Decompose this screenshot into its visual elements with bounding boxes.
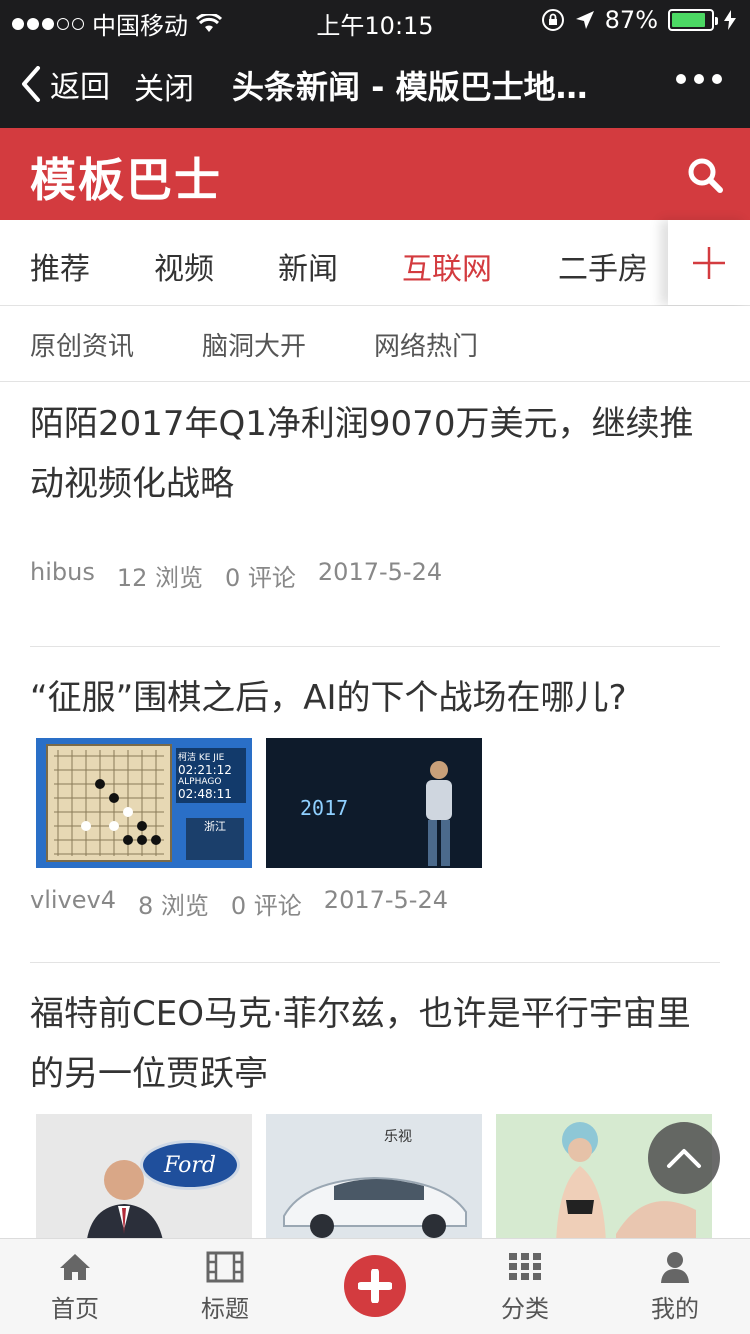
back-label: 返回 <box>50 70 110 105</box>
status-bar: 中国移动 上午10:15 87% <box>0 0 750 40</box>
article-views: 12 浏览 <box>116 564 203 592</box>
home-icon <box>60 1254 90 1280</box>
article-thumbnail-letv-car[interactable]: 乐视 <box>266 1114 482 1244</box>
more-icon[interactable] <box>676 74 722 84</box>
article-thumbnail-stage[interactable]: 2017 <box>266 738 482 868</box>
plus-icon <box>693 246 725 279</box>
article-comments: 0 评论 <box>225 564 296 592</box>
back-button[interactable]: 返回 <box>20 62 110 106</box>
tab-second-hand-house[interactable]: 二手房 <box>558 244 648 288</box>
portrait-caption: 浙江 <box>204 820 226 833</box>
article-date: 2017-5-24 <box>323 886 449 914</box>
subtab-hot[interactable]: 网络热门 <box>374 326 478 363</box>
person-portrait-icon <box>86 1160 164 1244</box>
match-scoreboard: 柯洁 KE JIE 02:21:12 ALPHAGO 02:48:11 <box>176 748 246 803</box>
bottom-nav: 首页 标题 分类 我的 <box>0 1238 750 1334</box>
chevron-up-icon <box>667 1149 701 1168</box>
player-portrait: 浙江 <box>186 818 244 860</box>
tab-internet[interactable]: 互联网 <box>402 244 492 288</box>
article-item[interactable]: “征服”围棋之后，AI的下个战场在哪儿? 柯洁 KE JIE 02:21:12 … <box>30 668 720 921</box>
article-item[interactable]: 福特前CEO马克·菲尔兹，也许是平行宇宙里的另一位贾跃亭 Ford 乐视 <box>30 984 720 1244</box>
article-comments: 0 评论 <box>230 892 302 920</box>
category-tabs: 推荐 视频 新闻 互联网 二手房 <box>0 220 750 306</box>
tab-recommend[interactable]: 推荐 <box>30 244 90 288</box>
battery-percent: 87% <box>604 6 658 34</box>
subtab-brainstorm[interactable]: 脑洞大开 <box>202 326 306 363</box>
tab-video[interactable]: 视频 <box>154 244 214 288</box>
close-button[interactable]: 关闭 <box>134 64 194 108</box>
article-title[interactable]: 陌陌2017年Q1净利润9070万美元，继续推动视频化战略 <box>30 394 720 514</box>
grid-icon <box>509 1253 541 1280</box>
user-icon <box>661 1252 689 1283</box>
article-views: 8 浏览 <box>137 892 209 920</box>
bottom-nav-title-label: 标题 <box>201 1295 249 1323</box>
site-logo[interactable]: 模板巴士 <box>30 144 222 210</box>
chevron-left-icon <box>22 66 40 102</box>
location-icon <box>575 11 594 29</box>
plus-icon <box>358 1269 392 1303</box>
article-thumbnails: Ford 乐视 <box>36 1114 720 1244</box>
battery-icon <box>668 9 718 31</box>
subtab-original[interactable]: 原创资讯 <box>30 326 134 363</box>
page-title: 头条新闻 - 模版巴士地… <box>232 68 588 106</box>
player-1-time: 02:21:12 <box>178 763 232 777</box>
article-author: hibus <box>30 558 95 586</box>
article-thumbnails: 柯洁 KE JIE 02:21:12 ALPHAGO 02:48:11 浙江 2… <box>36 738 720 868</box>
go-stones-icon <box>54 750 164 856</box>
status-right: 87% <box>541 6 736 34</box>
stage-year-text: 2017 <box>300 796 349 820</box>
player-1-label: 柯洁 KE JIE <box>178 753 225 763</box>
brand-header: 模板巴士 <box>0 128 750 220</box>
tab-news[interactable]: 新闻 <box>278 244 338 288</box>
publish-button[interactable] <box>344 1255 406 1317</box>
player-2-label: ALPHAGO <box>178 777 222 787</box>
bottom-nav-category[interactable]: 分类 <box>465 1249 585 1324</box>
speaker-figure-icon <box>426 761 452 866</box>
search-icon[interactable] <box>686 156 724 194</box>
bottom-nav-category-label: 分类 <box>501 1295 549 1323</box>
car-icon <box>283 1176 467 1238</box>
bottom-nav-home-label: 首页 <box>51 1295 99 1323</box>
battery-fill <box>672 13 706 27</box>
article-title[interactable]: 福特前CEO马克·菲尔兹，也许是平行宇宙里的另一位贾跃亭 <box>30 984 720 1104</box>
article-thumbnail-ford[interactable]: Ford <box>36 1114 252 1244</box>
add-category-button[interactable] <box>668 220 750 305</box>
bottom-nav-mine[interactable]: 我的 <box>615 1249 735 1324</box>
article-author: vlivev4 <box>30 886 116 914</box>
go-board-image <box>46 744 172 862</box>
article-meta: vlivev4 8 浏览 0 评论 2017-5-24 <box>30 886 720 921</box>
article-date: 2017-5-24 <box>317 558 443 586</box>
film-icon <box>206 1251 244 1283</box>
article-thumbnail-go-match[interactable]: 柯洁 KE JIE 02:21:12 ALPHAGO 02:48:11 浙江 <box>36 738 252 868</box>
bottom-nav-home[interactable]: 首页 <box>15 1249 135 1324</box>
charging-icon <box>724 10 736 30</box>
back-to-top-button[interactable] <box>648 1122 720 1194</box>
subcategory-tabs: 原创资讯 脑洞大开 网络热门 <box>0 306 750 382</box>
divider <box>30 962 720 963</box>
article-meta: hibus 12 浏览 0 评论 2017-5-24 <box>30 558 720 593</box>
bottom-nav-title[interactable]: 标题 <box>165 1249 285 1324</box>
divider <box>30 646 720 647</box>
article-title[interactable]: “征服”围棋之后，AI的下个战场在哪儿? <box>30 668 720 728</box>
letv-logo: 乐视 <box>384 1129 412 1145</box>
wechat-nav-bar: 返回 关闭 头条新闻 - 模版巴士地… <box>0 40 750 128</box>
rotation-lock-icon <box>541 9 564 31</box>
article-item[interactable]: 陌陌2017年Q1净利润9070万美元，继续推动视频化战略 hibus 12 浏… <box>30 394 720 593</box>
player-2-time: 02:48:11 <box>178 787 232 801</box>
bottom-nav-mine-label: 我的 <box>651 1295 699 1323</box>
